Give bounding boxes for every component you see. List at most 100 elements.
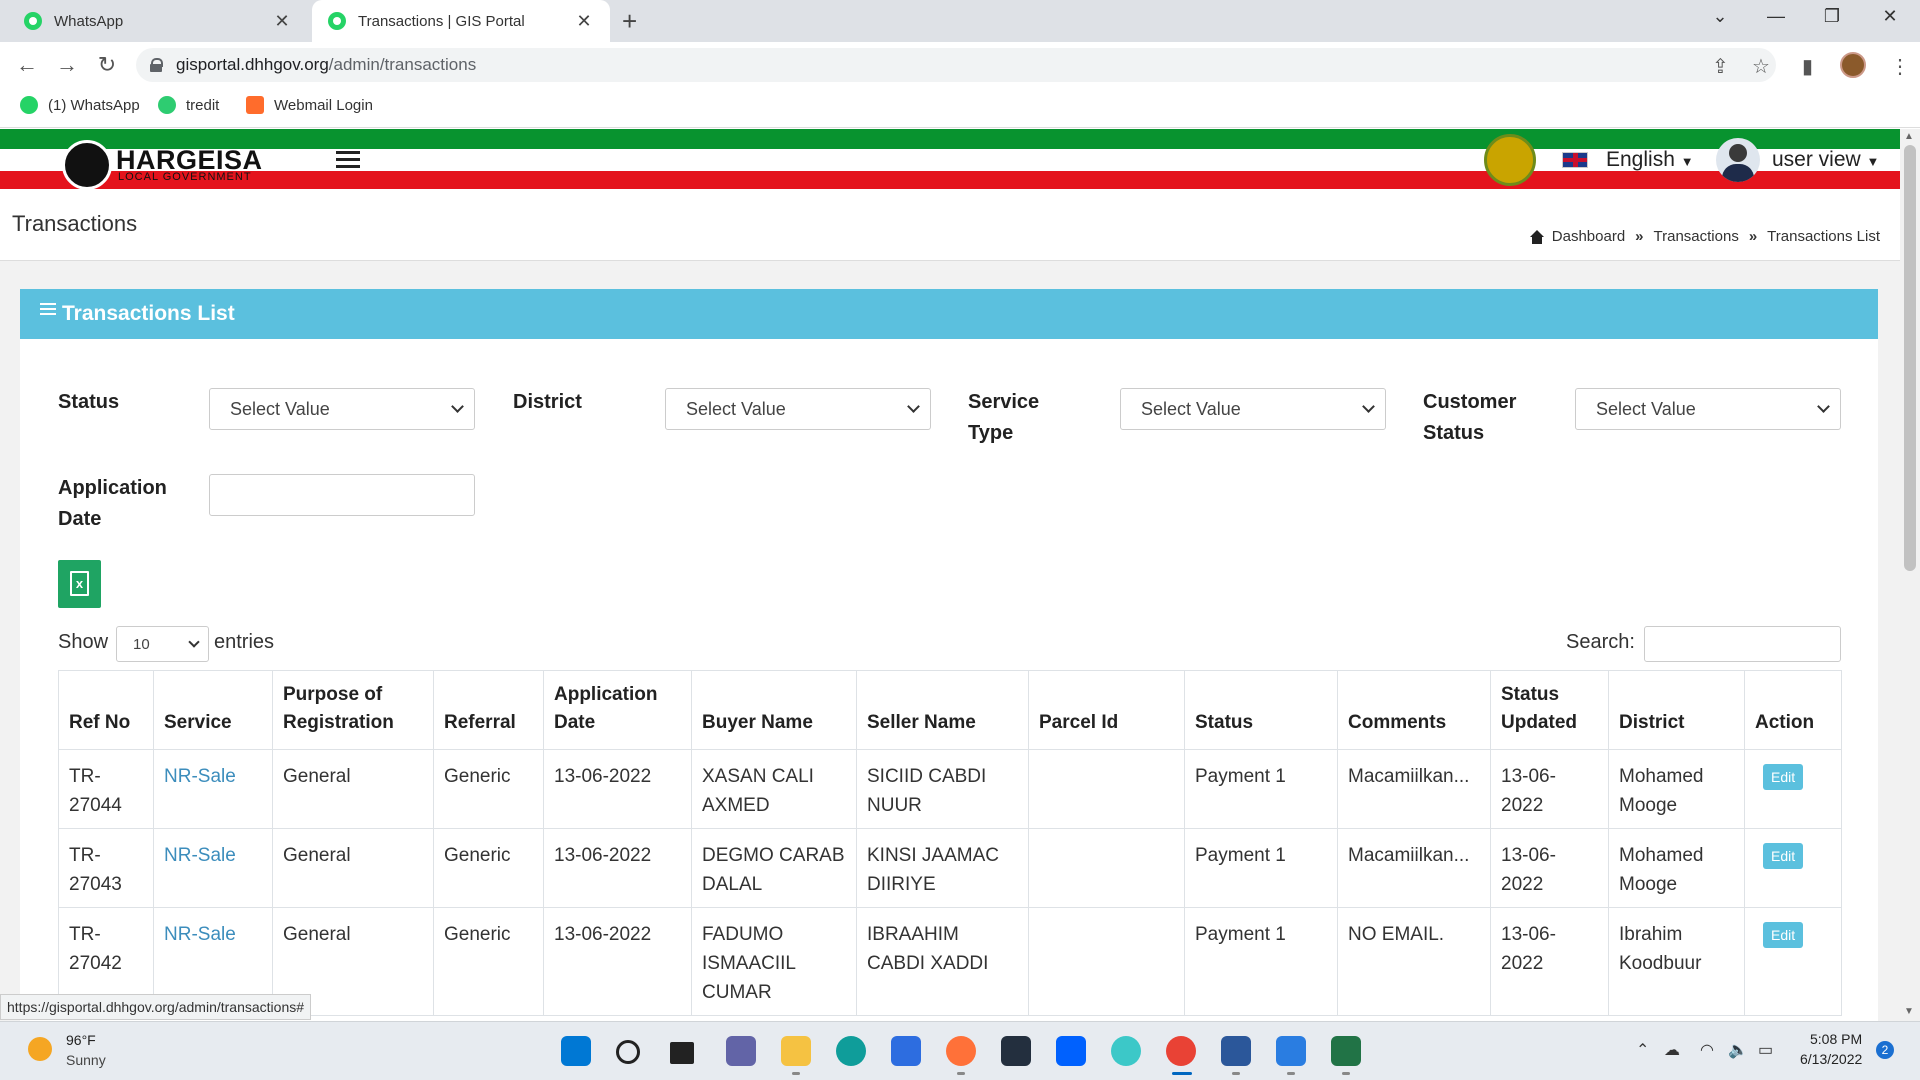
back-icon[interactable]: ← — [12, 52, 42, 78]
show-hidden-icons-icon[interactable]: ⌃ — [1636, 1040, 1649, 1060]
url-bar[interactable]: gisportal.dhhgov.org/admin/transactions — [136, 48, 1776, 82]
district-filter-select[interactable]: Select Value — [665, 388, 931, 430]
breadcrumb-transactions[interactable]: Transactions — [1654, 228, 1739, 245]
maximize-icon[interactable]: ❐ — [1812, 6, 1852, 27]
notepad-icon[interactable] — [1276, 1036, 1306, 1066]
forward-icon[interactable]: → — [52, 52, 82, 78]
reload-icon[interactable]: ↻ — [92, 52, 122, 78]
user-avatar[interactable] — [1716, 138, 1760, 182]
link-status-bubble: https://gisportal.dhhgov.org/admin/trans… — [0, 994, 312, 1020]
service-link[interactable]: NR-Sale — [164, 845, 236, 866]
onedrive-cloud-icon[interactable]: ☁ — [1664, 1040, 1680, 1060]
edit-button[interactable]: Edit — [1763, 843, 1804, 869]
service-link[interactable]: NR-Sale — [164, 766, 236, 787]
weather-description[interactable]: Sunny — [66, 1052, 106, 1068]
battery-icon[interactable]: ▭ — [1758, 1040, 1773, 1060]
scroll-up-icon[interactable]: ▲ — [1904, 131, 1914, 142]
scrollbar-thumb[interactable] — [1904, 145, 1916, 571]
weather-temperature[interactable]: 96°F — [66, 1032, 96, 1048]
bookmark-label: tredit — [186, 96, 220, 114]
search-icon[interactable] — [616, 1040, 640, 1064]
search-input[interactable] — [1644, 626, 1841, 662]
col-ref-no[interactable]: Ref No — [58, 670, 154, 750]
col-application-date[interactable]: Application Date — [543, 670, 692, 750]
customer-status-filter-select[interactable]: Select Value — [1575, 388, 1841, 430]
cell-service: NR-Sale — [153, 828, 273, 908]
col-buyer-name[interactable]: Buyer Name — [691, 670, 857, 750]
volume-icon[interactable]: 🔈 — [1728, 1040, 1748, 1060]
url-host: gisportal.dhhgov.org — [176, 55, 329, 74]
logo-icon[interactable] — [62, 140, 112, 190]
clock-time[interactable]: 5:08 PM — [1810, 1031, 1862, 1047]
breadcrumb-dashboard[interactable]: Dashboard — [1552, 228, 1625, 245]
cell-text: Mohamed — [1619, 845, 1704, 866]
bookmark-tredit[interactable]: tredit — [158, 96, 219, 114]
col-district[interactable]: District — [1608, 670, 1745, 750]
close-tab-icon[interactable]: ✕ — [272, 11, 292, 32]
share-icon[interactable]: ⇪ — [1712, 54, 1729, 79]
mail-icon[interactable] — [1111, 1036, 1141, 1066]
task-view-icon[interactable] — [670, 1042, 694, 1064]
tab-whatsapp[interactable]: WhatsApp ✕ — [8, 0, 308, 42]
new-tab-icon[interactable]: + — [622, 6, 637, 37]
edit-button[interactable]: Edit — [1763, 922, 1804, 948]
firefox-icon[interactable] — [946, 1036, 976, 1066]
bookmark-webmail[interactable]: Webmail Login — [246, 96, 373, 114]
amazon-icon[interactable] — [1001, 1036, 1031, 1066]
tab-transactions[interactable]: Transactions | GIS Portal ✕ — [312, 0, 610, 42]
status-filter-label: Status — [58, 391, 120, 413]
notification-badge[interactable]: 2 — [1876, 1041, 1894, 1059]
minimize-icon[interactable]: — — [1756, 6, 1796, 27]
scroll-down-icon[interactable]: ▼ — [1904, 1006, 1914, 1017]
weather-sun-icon[interactable] — [28, 1037, 52, 1061]
side-panel-icon[interactable]: ▮ — [1802, 54, 1813, 79]
tab-search-icon[interactable]: ⌄ — [1700, 6, 1740, 27]
user-dropdown[interactable]: user view ▼ — [1772, 148, 1879, 172]
close-tab-icon[interactable]: ✕ — [574, 11, 594, 32]
file-explorer-icon[interactable] — [781, 1036, 811, 1066]
col-status[interactable]: Status — [1184, 670, 1338, 750]
col-service[interactable]: Service — [153, 670, 273, 750]
running-indicator — [1287, 1072, 1295, 1075]
col-purpose[interactable]: Purpose of Registration — [272, 670, 434, 750]
close-window-icon[interactable]: ✕ — [1870, 6, 1910, 27]
profile-avatar[interactable] — [1840, 52, 1866, 78]
service-link[interactable]: NR-Sale — [164, 924, 236, 945]
dropbox-icon[interactable] — [1056, 1036, 1086, 1066]
clock-date[interactable]: 6/13/2022 — [1800, 1051, 1862, 1067]
select-value: Select Value — [1141, 398, 1241, 419]
status-filter-select[interactable]: Select Value — [209, 388, 475, 430]
language-dropdown[interactable]: English ▼ — [1606, 148, 1694, 172]
col-referral[interactable]: Referral — [433, 670, 544, 750]
store-icon[interactable] — [891, 1036, 921, 1066]
district-filter-label: District — [513, 391, 582, 413]
bookmark-star-icon[interactable]: ☆ — [1752, 54, 1770, 79]
wifi-icon[interactable]: ◠ — [1700, 1040, 1714, 1060]
chevron-down-icon — [1817, 400, 1830, 413]
edit-button[interactable]: Edit — [1763, 764, 1804, 790]
edge-icon[interactable] — [836, 1036, 866, 1066]
bookmark-whatsapp[interactable]: (1) WhatsApp — [20, 96, 140, 114]
word-icon[interactable] — [1221, 1036, 1251, 1066]
application-date-input[interactable] — [209, 474, 475, 516]
lock-icon[interactable] — [150, 58, 163, 72]
menu-kebab-icon[interactable]: ⋮ — [1890, 54, 1910, 79]
col-status-updated[interactable]: Status Updated — [1490, 670, 1609, 750]
cell-parcel-id — [1028, 749, 1185, 829]
hamburger-menu-icon[interactable] — [336, 151, 360, 169]
col-parcel-id[interactable]: Parcel Id — [1028, 670, 1185, 750]
service-type-filter-select[interactable]: Select Value — [1120, 388, 1386, 430]
export-excel-button[interactable]: x — [58, 560, 101, 608]
transactions-table: Ref No Service Purpose of Registration Re… — [58, 670, 1842, 1016]
chrome-icon[interactable] — [1166, 1036, 1196, 1066]
page-length-value: 10 — [133, 635, 150, 653]
cell-text: KINSI JAAMAC — [867, 845, 999, 866]
cell-district: Mohamed Mooge — [1608, 749, 1745, 829]
teams-chat-icon[interactable] — [726, 1036, 756, 1066]
excel-icon[interactable] — [1331, 1036, 1361, 1066]
page-length-select[interactable]: 10 — [116, 626, 209, 662]
windows-start-icon[interactable] — [561, 1036, 591, 1066]
col-comments[interactable]: Comments — [1337, 670, 1491, 750]
select-value: Select Value — [686, 398, 786, 419]
col-seller-name[interactable]: Seller Name — [856, 670, 1029, 750]
